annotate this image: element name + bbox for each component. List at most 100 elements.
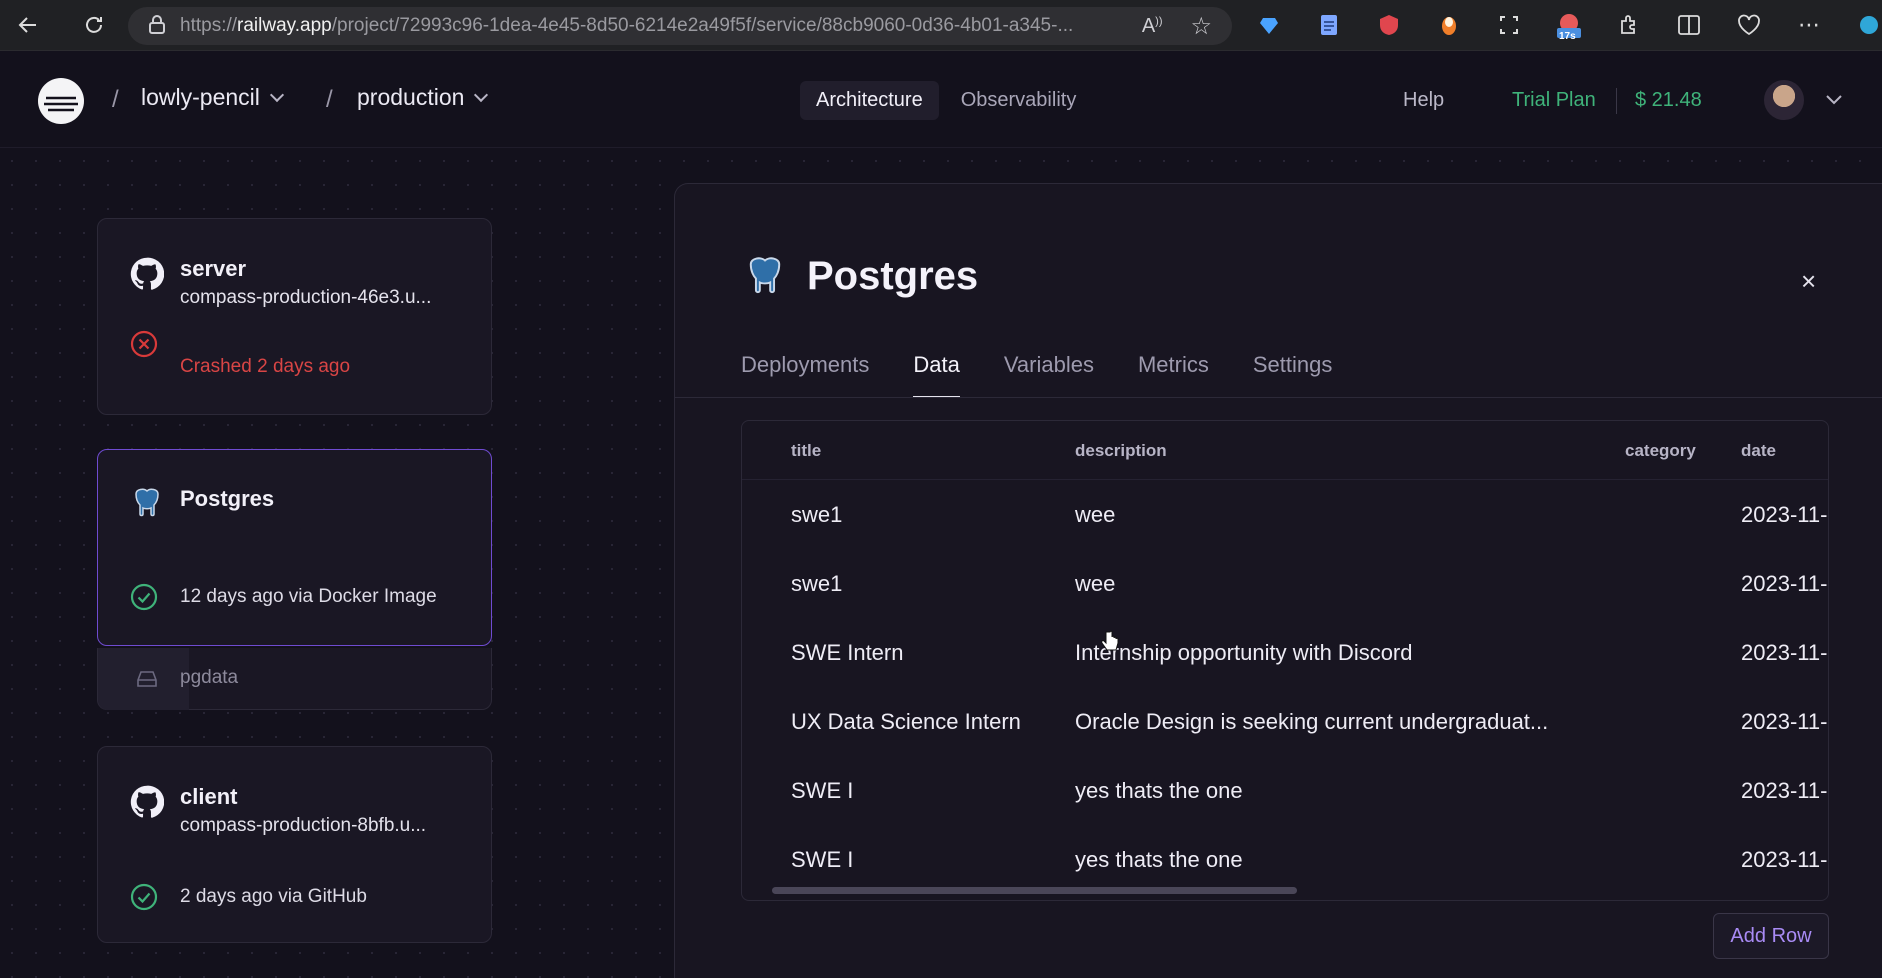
github-icon: [130, 785, 164, 818]
divider: [1616, 88, 1617, 114]
service-card-client[interactable]: client compass-production-8bfb.u... 2 da…: [97, 746, 492, 943]
table-row[interactable]: SWE I yes thats the one 2023-11-: [742, 756, 1828, 825]
tab-architecture[interactable]: Architecture: [800, 81, 939, 120]
table-row[interactable]: swe1 wee 2023-11-: [742, 480, 1828, 549]
split-screen-icon[interactable]: [1672, 8, 1706, 42]
tab-data[interactable]: Data: [913, 352, 960, 398]
tab-deployments[interactable]: Deployments: [741, 352, 869, 398]
divider: [675, 397, 1882, 398]
app-header: / lowly-pencil / production Architecture…: [0, 52, 1882, 148]
avatar[interactable]: [1764, 80, 1804, 120]
cell-title[interactable]: swe1: [791, 571, 842, 597]
cell-description[interactable]: Internship opportunity with Discord: [1075, 640, 1413, 666]
environment-name: production: [357, 84, 465, 110]
top-tabs: Architecture Observability: [800, 81, 1092, 120]
data-table: title description category date swe1 wee…: [741, 420, 1829, 901]
document-extension-icon[interactable]: [1312, 8, 1346, 42]
cell-date[interactable]: 2023-11-: [1741, 640, 1827, 666]
postgres-icon: [135, 488, 159, 517]
service-status: 12 days ago via Docker Image: [180, 586, 437, 607]
close-icon[interactable]: ×: [1801, 266, 1816, 297]
success-check-icon: [130, 583, 158, 611]
panel-tabs: Deployments Data Variables Metrics Setti…: [741, 352, 1332, 398]
back-icon[interactable]: [10, 7, 46, 43]
table-row[interactable]: UX Data Science Intern Oracle Design is …: [742, 687, 1828, 756]
credit-balance[interactable]: $ 21.48: [1635, 89, 1702, 112]
column-header-date[interactable]: date: [1741, 441, 1776, 461]
extensions-puzzle-icon[interactable]: [1612, 8, 1646, 42]
favorite-star-icon[interactable]: ☆: [1190, 12, 1212, 41]
project-selector[interactable]: lowly-pencil: [141, 84, 284, 111]
cell-title[interactable]: SWE Intern: [791, 640, 903, 666]
screenshot-extension-icon[interactable]: [1492, 8, 1526, 42]
column-header-description[interactable]: description: [1075, 441, 1167, 461]
tab-variables[interactable]: Variables: [1004, 352, 1094, 398]
refresh-icon[interactable]: [76, 7, 112, 43]
service-name: Postgres: [180, 486, 275, 511]
cell-description[interactable]: Oracle Design is seeking current undergr…: [1075, 709, 1548, 735]
volume-name: pgdata: [180, 667, 239, 688]
url-text: https://railway.app/project/72993c96-1de…: [180, 15, 1074, 36]
cell-date[interactable]: 2023-11-: [1741, 502, 1827, 528]
railway-logo[interactable]: [38, 78, 84, 124]
more-options-icon[interactable]: ⋯: [1792, 8, 1826, 42]
table-header: title description category date: [742, 421, 1828, 480]
breadcrumb-separator: /: [112, 86, 119, 113]
service-name: server: [180, 256, 247, 281]
cell-date[interactable]: 2023-11-: [1741, 847, 1827, 873]
cell-title[interactable]: swe1: [791, 502, 842, 528]
table-row[interactable]: SWE I yes thats the one 2023-11-: [742, 825, 1828, 894]
table-row[interactable]: swe1 wee 2023-11-: [742, 549, 1828, 618]
disk-icon: [137, 671, 157, 687]
service-status: Crashed 2 days ago: [180, 356, 351, 377]
service-card-postgres[interactable]: Postgres 12 days ago via Docker Image: [97, 449, 492, 646]
github-icon: [130, 257, 164, 290]
cell-date[interactable]: 2023-11-: [1741, 571, 1827, 597]
chevron-down-icon: [474, 87, 489, 102]
browser-essentials-icon[interactable]: [1732, 8, 1766, 42]
table-row[interactable]: SWE Intern Internship opportunity with D…: [742, 618, 1828, 687]
tab-settings[interactable]: Settings: [1253, 352, 1333, 398]
breadcrumb-separator: /: [326, 86, 333, 113]
cell-date[interactable]: 2023-11-: [1741, 778, 1827, 804]
trial-plan-link[interactable]: Trial Plan: [1512, 89, 1596, 112]
gem-extension-icon[interactable]: [1252, 8, 1286, 42]
cell-title[interactable]: SWE I: [791, 778, 853, 804]
shield-extension-icon[interactable]: [1372, 8, 1406, 42]
timer-badge: 17s: [1559, 31, 1576, 42]
chevron-down-icon: [269, 87, 284, 102]
chevron-down-icon[interactable]: [1826, 92, 1842, 110]
cell-title[interactable]: SWE I: [791, 847, 853, 873]
cell-description[interactable]: yes thats the one: [1075, 847, 1243, 873]
horizontal-scrollbar[interactable]: [772, 887, 1297, 894]
error-circle-icon: [130, 330, 158, 358]
service-domain: compass-production-46e3.u...: [180, 287, 432, 308]
service-card-server[interactable]: server compass-production-46e3.u... Cras…: [97, 218, 492, 415]
service-domain: compass-production-8bfb.u...: [180, 815, 427, 836]
cell-description[interactable]: wee: [1075, 571, 1115, 597]
add-row-button[interactable]: Add Row: [1713, 913, 1829, 959]
address-bar[interactable]: https://railway.app/project/72993c96-1de…: [128, 7, 1232, 45]
cell-title[interactable]: UX Data Science Intern: [791, 709, 1021, 735]
cell-date[interactable]: 2023-11-: [1741, 709, 1827, 735]
cell-description[interactable]: yes thats the one: [1075, 778, 1243, 804]
hand-cursor-icon: [1101, 630, 1119, 651]
help-link[interactable]: Help: [1403, 89, 1444, 112]
column-header-title[interactable]: title: [791, 441, 821, 461]
lock-icon: [148, 14, 166, 39]
tab-observability[interactable]: Observability: [945, 81, 1093, 120]
timer-extension-icon[interactable]: 17s: [1552, 8, 1586, 42]
copilot-icon[interactable]: [1852, 8, 1882, 42]
column-header-category[interactable]: category: [1625, 441, 1696, 461]
volume-pgdata[interactable]: pgdata: [97, 648, 492, 710]
service-status: 2 days ago via GitHub: [180, 886, 367, 907]
environment-selector[interactable]: production: [357, 84, 489, 111]
read-aloud-icon[interactable]: A)): [1142, 15, 1163, 38]
honey-extension-icon[interactable]: [1432, 8, 1466, 42]
service-name: client: [180, 784, 238, 809]
tab-metrics[interactable]: Metrics: [1138, 352, 1209, 398]
cell-description[interactable]: wee: [1075, 502, 1115, 528]
panel-title: Postgres: [807, 254, 979, 298]
project-name: lowly-pencil: [141, 84, 260, 110]
service-detail-panel: Postgres × Deployments Data Variables Me…: [674, 183, 1882, 978]
